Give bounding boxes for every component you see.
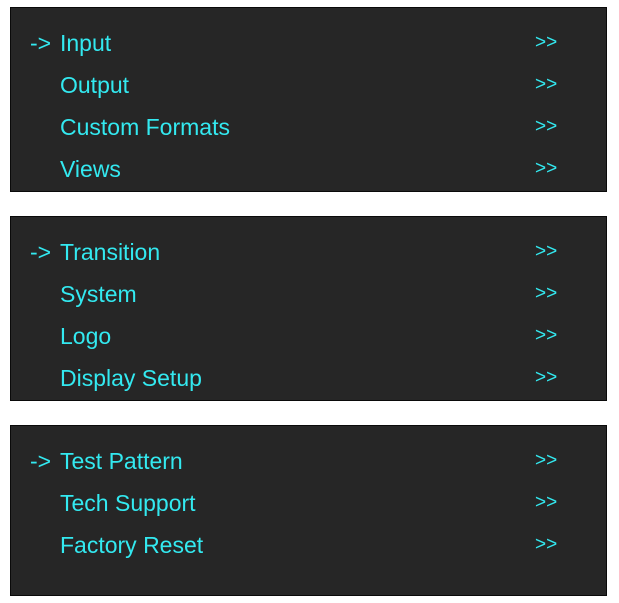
menu-item-test-pattern[interactable]: -> Test Pattern >> bbox=[11, 441, 606, 481]
submenu-chevron-icon: >> bbox=[535, 32, 558, 53]
menu-item-input[interactable]: -> Input >> bbox=[11, 23, 606, 63]
menu-panel-1: -> Input >> Output >> Custom Formats >> … bbox=[10, 7, 607, 192]
submenu-chevron-icon: >> bbox=[535, 367, 558, 388]
submenu-chevron-icon: >> bbox=[535, 450, 558, 471]
submenu-chevron-icon: >> bbox=[535, 283, 558, 304]
menu-item-label: Output bbox=[60, 72, 130, 98]
submenu-chevron-icon: >> bbox=[535, 492, 558, 513]
menu-item-label: Views bbox=[60, 156, 121, 182]
menu-item-label: Tech Support bbox=[60, 490, 196, 516]
menu-panel-2: -> Transition >> System >> Logo >> Displ… bbox=[10, 216, 607, 401]
menu-item-display-setup[interactable]: Display Setup >> bbox=[11, 358, 606, 398]
selection-arrow: -> bbox=[30, 30, 52, 56]
selection-arrow: -> bbox=[30, 448, 52, 474]
menu-item-system[interactable]: System >> bbox=[11, 274, 606, 314]
menu-item-label: Logo bbox=[60, 323, 112, 349]
menu-item-label: Input bbox=[60, 30, 112, 56]
submenu-chevron-icon: >> bbox=[535, 241, 558, 262]
menu-item-label: Test Pattern bbox=[60, 448, 183, 474]
submenu-chevron-icon: >> bbox=[535, 325, 558, 346]
menu-item-output[interactable]: Output >> bbox=[11, 65, 606, 105]
menu-item-factory-reset[interactable]: Factory Reset >> bbox=[11, 525, 606, 565]
menu-item-logo[interactable]: Logo >> bbox=[11, 316, 606, 356]
menu-item-transition[interactable]: -> Transition >> bbox=[11, 232, 606, 272]
menu-item-label: Transition bbox=[60, 239, 161, 265]
menu-item-tech-support[interactable]: Tech Support >> bbox=[11, 483, 606, 523]
menu-item-label: Display Setup bbox=[60, 365, 202, 391]
submenu-chevron-icon: >> bbox=[535, 74, 558, 95]
submenu-chevron-icon: >> bbox=[535, 116, 558, 137]
selection-arrow: -> bbox=[30, 239, 52, 265]
menu-panel-3: -> Test Pattern >> Tech Support >> Facto… bbox=[10, 425, 607, 596]
submenu-chevron-icon: >> bbox=[535, 158, 558, 179]
menu-item-views[interactable]: Views >> bbox=[11, 149, 606, 189]
menu-item-label: Factory Reset bbox=[60, 532, 204, 558]
submenu-chevron-icon: >> bbox=[535, 534, 558, 555]
menu-item-label: Custom Formats bbox=[60, 114, 230, 140]
menu-item-custom-formats[interactable]: Custom Formats >> bbox=[11, 107, 606, 147]
menu-item-label: System bbox=[60, 281, 137, 307]
